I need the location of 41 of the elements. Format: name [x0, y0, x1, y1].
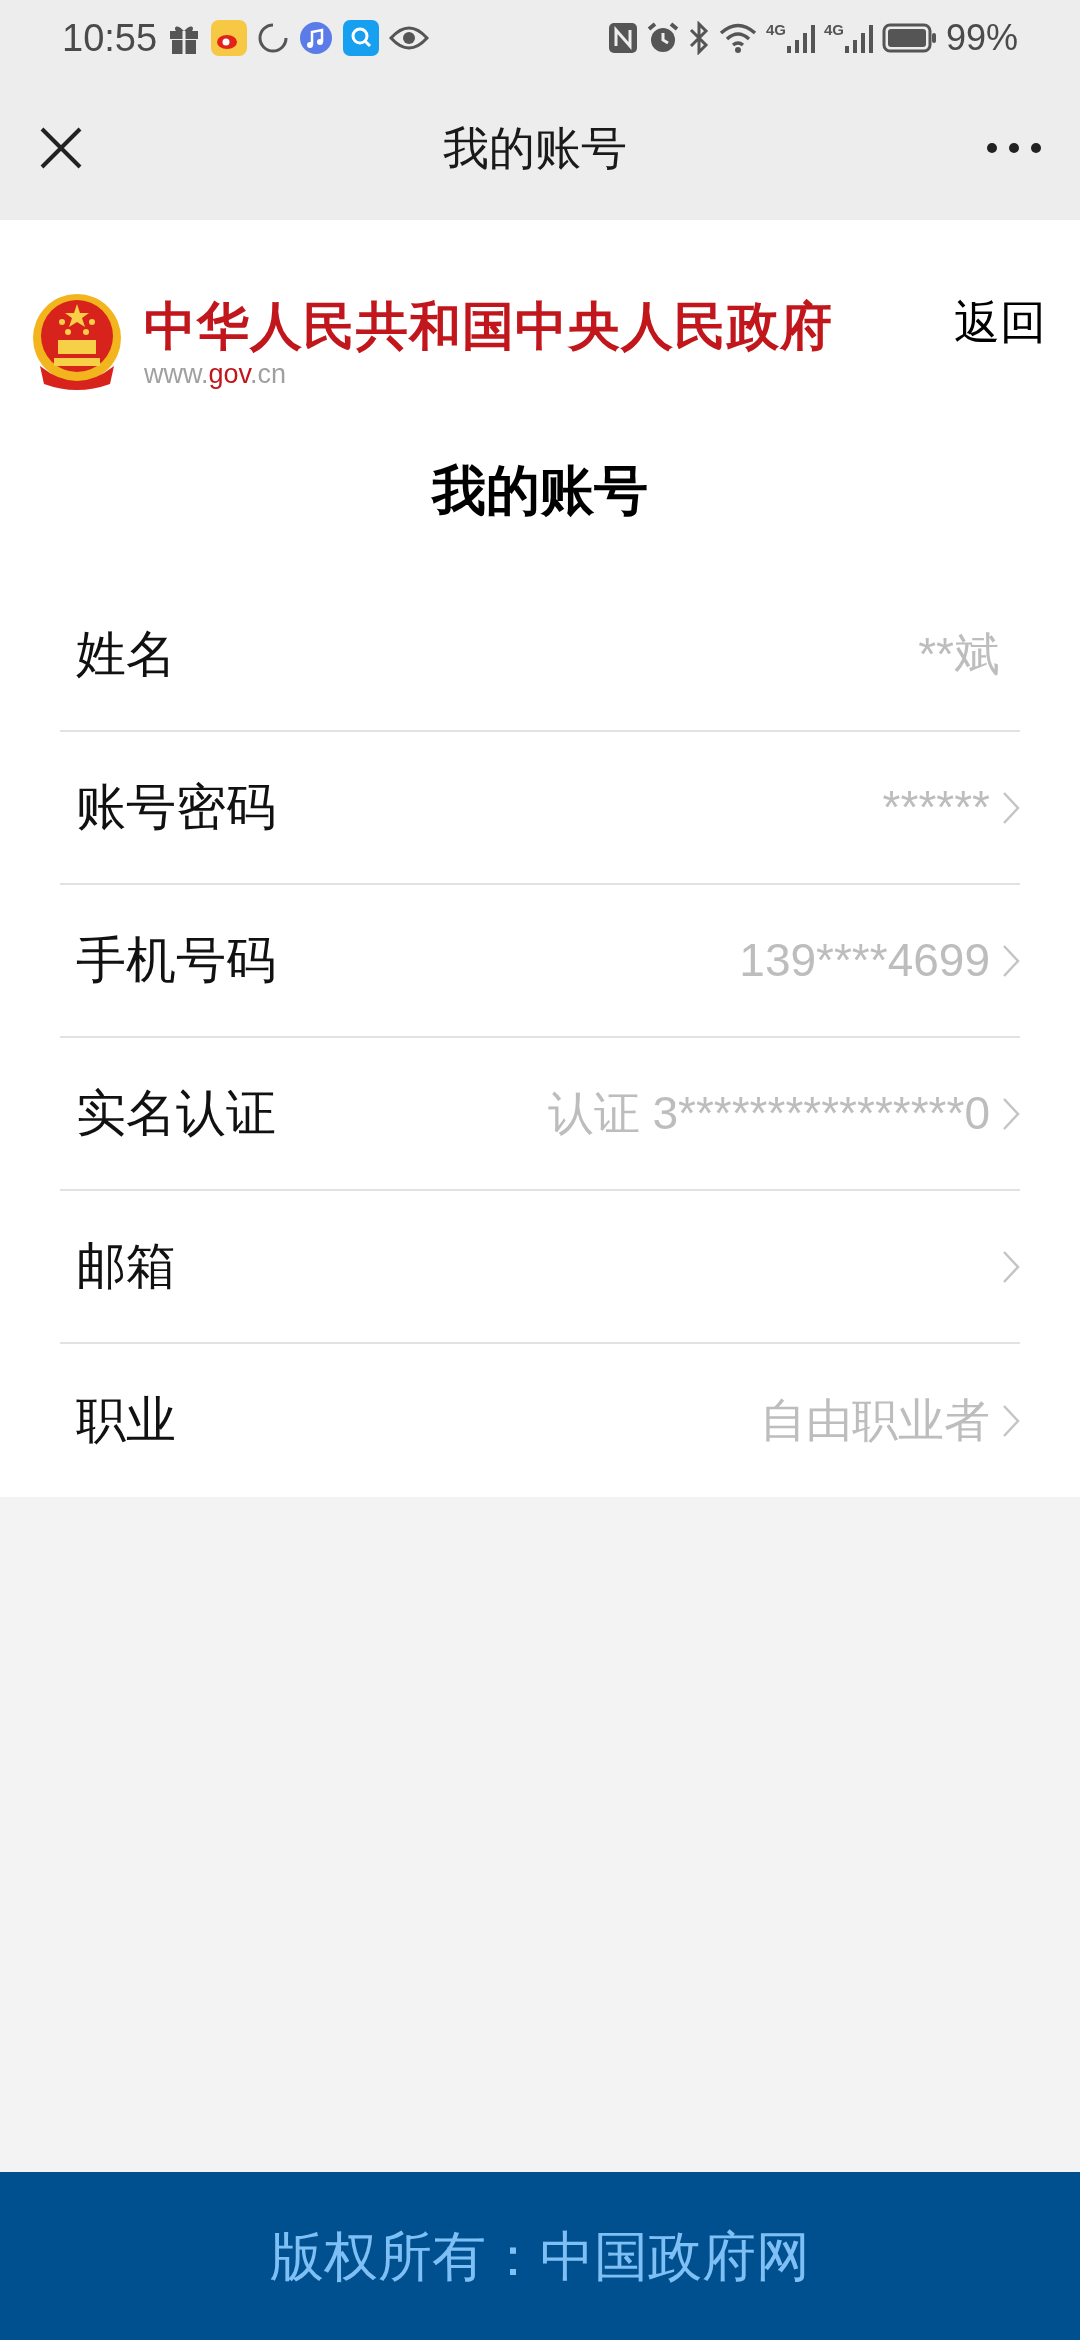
- eye-icon: [389, 24, 430, 52]
- battery-percent: 99%: [945, 16, 1018, 60]
- loading-icon: [257, 22, 290, 54]
- row-label: 实名认证: [76, 1084, 276, 1143]
- back-link[interactable]: 返回: [954, 287, 1046, 357]
- copyright-text: 版权所有：中国政府网: [270, 2224, 810, 2288]
- row-value: 自由职业者: [760, 1393, 990, 1448]
- account-row[interactable]: 职业 自由职业者: [60, 1344, 1020, 1497]
- account-row[interactable]: 实名认证 认证 3****************0: [60, 1038, 1020, 1191]
- row-value: **斌: [918, 627, 1000, 682]
- row-label: 账号密码: [76, 778, 276, 837]
- row-value: 139****4699: [739, 933, 990, 988]
- battery-icon: [881, 23, 938, 53]
- page-title: 我的账号: [443, 120, 627, 176]
- close-icon: [39, 126, 83, 170]
- app-icon: [211, 20, 248, 56]
- account-row[interactable]: 手机号码 139****4699: [60, 885, 1020, 1038]
- search-icon: [343, 20, 380, 56]
- network-label: 4G: [823, 22, 844, 38]
- section-heading: 我的账号: [432, 459, 648, 522]
- account-row[interactable]: 账号密码 ******: [60, 732, 1020, 885]
- wifi-icon: [717, 22, 758, 54]
- account-row[interactable]: 邮箱: [60, 1191, 1020, 1344]
- more-icon: [986, 142, 1042, 154]
- row-label: 职业: [76, 1391, 176, 1450]
- status-time: 10:55: [62, 15, 158, 61]
- signal-icon: [785, 22, 816, 54]
- signal-icon: [843, 22, 874, 54]
- site-title: 中华人民共和国中央人民政府: [144, 296, 833, 357]
- account-row[interactable]: 姓名 **斌: [60, 579, 1020, 732]
- alarm-icon: [645, 21, 680, 55]
- row-label: 手机号码: [76, 931, 276, 990]
- row-value: 认证 3****************0: [547, 1086, 990, 1141]
- bluetooth-icon: [687, 21, 710, 55]
- music-icon: [299, 21, 334, 55]
- row-label: 姓名: [76, 625, 176, 684]
- row-value: ******: [882, 780, 990, 835]
- site-url: www.gov.cn: [144, 358, 288, 390]
- row-label: 邮箱: [76, 1237, 176, 1296]
- nfc-icon: [607, 22, 638, 54]
- network-label: 4G: [765, 22, 786, 38]
